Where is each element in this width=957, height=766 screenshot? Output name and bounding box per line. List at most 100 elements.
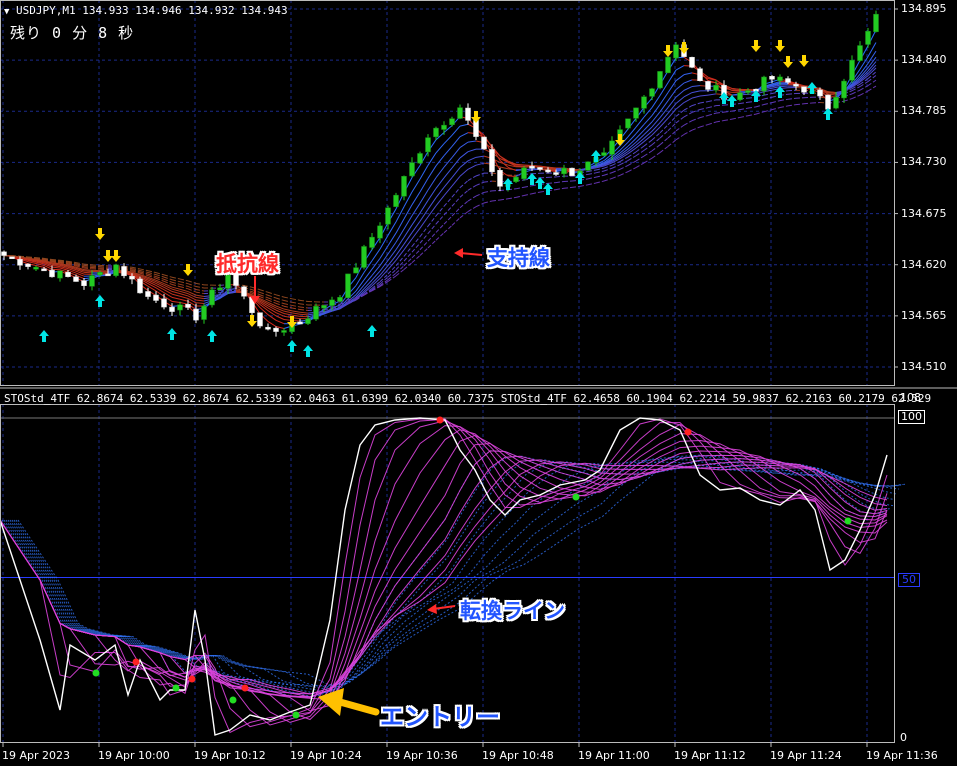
ma-ribbon-segment [603,167,613,172]
ma-ribbon-segment [419,225,429,237]
ma-ribbon-segment [707,112,717,116]
ma-ribbon-segment [651,117,661,128]
candle-body [417,153,423,164]
ma-ribbon-segment [675,90,685,98]
ma-ribbon-segment [283,303,293,306]
ma-ribbon-segment [587,182,597,186]
ma-ribbon-segment [435,155,445,167]
candle-body [49,269,55,278]
chart-canvas[interactable] [0,0,957,766]
ma-ribbon-segment [731,88,741,90]
ma-ribbon-segment [859,90,869,96]
ma-ribbon-segment [691,95,701,99]
ma-ribbon-segment [691,90,701,94]
candle-body [1,251,7,256]
ma-ribbon-segment [475,181,485,186]
ma-ribbon-segment [291,312,301,315]
ma-ribbon-segment [515,186,525,190]
ma-ribbon-segment [435,206,445,217]
candle-body [137,278,143,294]
ma-ribbon-segment [195,299,205,302]
ma-ribbon-segment [403,262,413,270]
ma-ribbon-segment [539,176,549,179]
ma-ribbon-segment [171,296,181,300]
candle-body [833,96,839,109]
ma-ribbon-segment [683,105,693,111]
dropdown-triangle-icon[interactable]: ▼ [4,7,9,17]
candle-body [553,172,559,175]
level-50-label: 50 [898,573,920,587]
ma-ribbon-segment [675,82,685,91]
turning-line-band [7,462,896,695]
ma-ribbon-segment [867,85,877,92]
ma-ribbon-segment [499,166,509,170]
ma-ribbon-segment [651,144,661,152]
ma-ribbon-segment [739,107,749,111]
ma-ribbon-segment [707,93,717,96]
ma-ribbon-segment [787,97,797,100]
candle-body [273,327,279,332]
ma-ribbon-segment [451,175,461,187]
price-tick-label: 134.730 [901,155,947,169]
ma-ribbon-segment [99,266,109,268]
resistance-annotation: 抵抗線 [216,252,279,276]
candle-body [745,90,751,93]
candle-body [537,167,543,170]
candle-body [713,85,719,91]
up-arrow-icon [807,82,817,94]
ma-ribbon-segment [587,172,597,175]
ma-ribbon-segment [707,105,717,109]
ma-ribbon-segment [611,168,621,174]
ma-ribbon-segment [403,238,413,251]
time-tick-label: 19 Apr 10:12 [194,749,266,762]
ma-ribbon-segment [443,167,453,179]
ma-ribbon-segment [267,321,277,327]
candle-body [73,276,79,282]
ma-ribbon-segment [427,165,437,179]
ma-ribbon-segment [587,176,597,180]
ma-ribbon-segment [443,134,453,145]
ma-ribbon-segment [675,74,685,82]
ma-ribbon-segment [387,265,397,275]
time-tick-label: 19 Apr 11:00 [578,749,650,762]
ma-ribbon-segment [179,295,189,299]
ma-ribbon-segment [683,129,693,135]
candle-body [185,304,191,308]
ma-ribbon-segment [267,294,277,299]
candle-body [97,272,103,276]
candle-body [257,312,263,327]
up-arrow-icon [367,325,377,337]
ma-ribbon-segment [443,146,453,156]
ma-ribbon-segment [411,178,421,193]
ma-ribbon-segment [51,266,61,269]
down-arrow-icon [679,42,689,54]
ma-ribbon-segment [451,157,461,169]
up-arrow-icon [727,95,737,107]
candle-body [441,124,447,130]
up-arrow-icon [287,340,297,352]
buy-signal-dot [292,711,300,719]
ma-ribbon-segment [467,195,477,202]
candle-body [425,137,431,153]
ma-ribbon-segment [619,164,629,170]
ma-ribbon-segment [555,180,565,184]
ma-ribbon-segment [635,134,645,143]
time-tick-label: 19 Apr 11:24 [770,749,842,762]
ma-ribbon-segment [675,96,685,104]
buy-signal-dot [572,493,580,501]
ma-ribbon-segment [427,239,437,249]
ma-ribbon-segment [699,124,709,128]
candle-body [17,259,23,266]
ma-ribbon-segment [603,172,613,176]
ma-ribbon-segment [795,103,805,106]
ma-ribbon-segment [275,302,285,307]
ma-ribbon-segment [699,101,709,104]
candle-body [865,30,871,45]
ma-ribbon-segment [291,304,301,308]
ma-ribbon-segment [291,301,301,305]
ma-ribbon-segment [387,259,397,270]
ma-ribbon-segment [451,187,461,198]
candle-body [521,167,527,179]
up-arrow-icon [503,178,513,190]
candle-body [329,299,335,306]
